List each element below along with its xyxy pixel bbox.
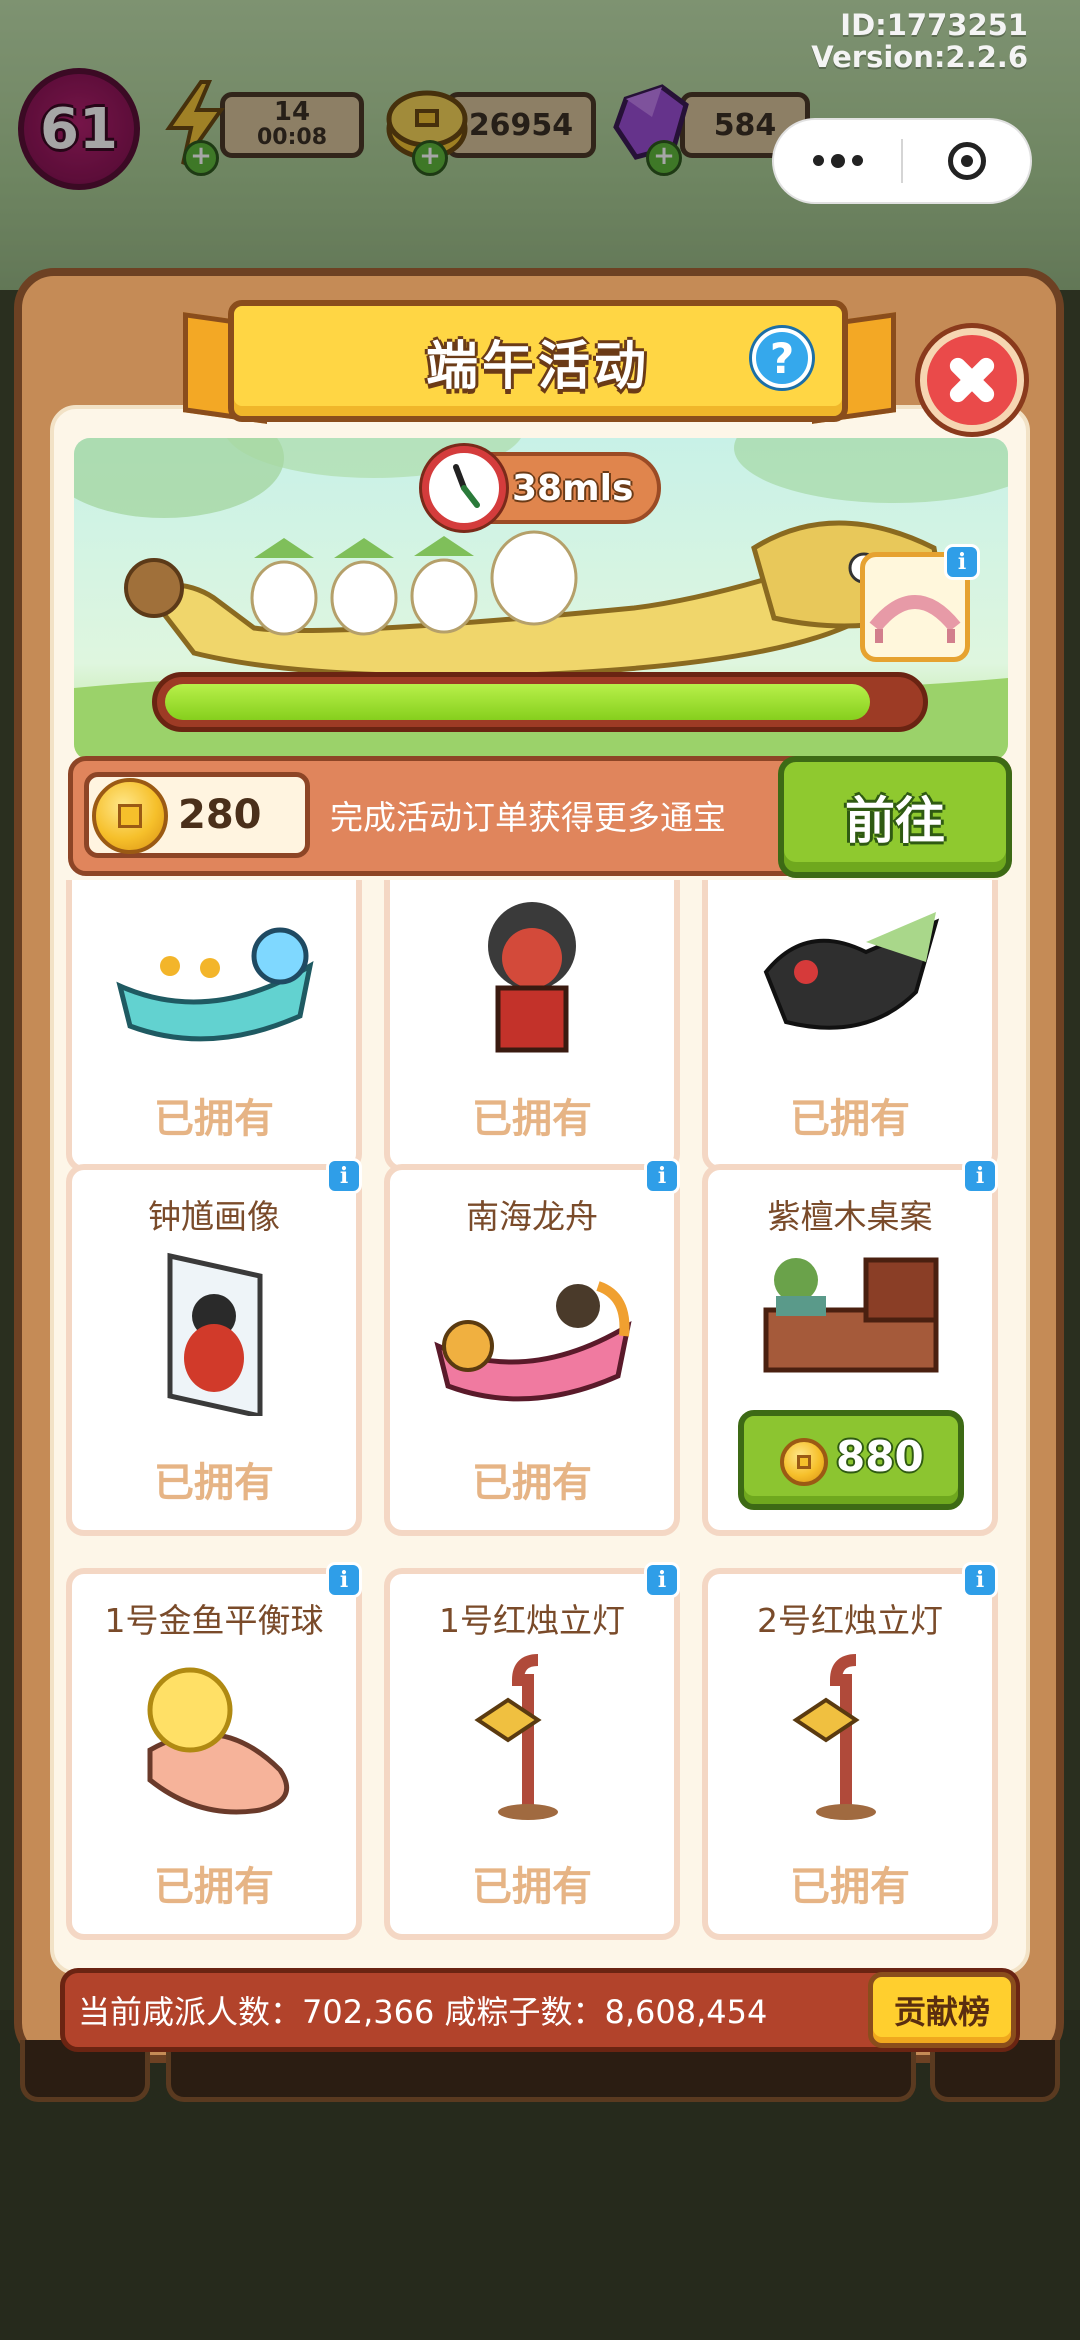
item-name: 紫檀木桌案 <box>767 1197 933 1236</box>
energy-counter[interactable]: 14 00:08 <box>220 92 364 158</box>
item-status: 已拥有 <box>154 1864 274 1910</box>
item-status: 已拥有 <box>154 1460 274 1506</box>
item-info-icon[interactable]: i <box>962 1562 998 1598</box>
dragon-head-black-icon <box>746 902 954 1072</box>
dragon-boat-teal-icon <box>110 906 318 1076</box>
player-id: ID:1773251 <box>840 8 1028 42</box>
item-name: 2号红烛立灯 <box>757 1601 943 1640</box>
goldfish-ball-icon <box>110 1650 318 1820</box>
event-progress-bar <box>152 672 928 732</box>
reward-info-icon[interactable]: i <box>944 544 980 580</box>
event-currency-amount: 280 <box>178 792 262 838</box>
help-button[interactable]: ? <box>752 328 812 388</box>
panel-title: 端午活动 <box>425 336 650 397</box>
item-status: 已拥有 <box>472 1460 592 1506</box>
item-status: 已拥有 <box>154 1096 274 1142</box>
item-name: 1号金鱼平衡球 <box>104 1601 324 1640</box>
item-card[interactable]: 南海龙舟 已拥有 <box>384 1164 680 1536</box>
add-coins-icon[interactable]: + <box>412 140 448 176</box>
candle-lamp-icon <box>746 1650 954 1820</box>
item-status: 已拥有 <box>472 1864 592 1910</box>
more-dots-icon <box>812 153 863 168</box>
event-hint-text: 完成活动订单获得更多通宝 <box>330 798 726 837</box>
close-button[interactable] <box>920 328 1024 432</box>
goto-button[interactable]: 前往 <box>778 756 1012 878</box>
item-card[interactable]: 紫檀木桌案 880 <box>702 1164 998 1536</box>
item-card[interactable]: 已拥有 <box>384 880 680 1172</box>
more-options-button[interactable] <box>774 120 901 202</box>
level-badge[interactable]: 61 <box>18 68 140 190</box>
leaderboard-button[interactable]: 贡献榜 <box>868 1972 1016 2048</box>
event-timer: 38mls <box>512 467 634 509</box>
item-status: 已拥有 <box>790 1096 910 1142</box>
item-info-icon[interactable]: i <box>326 1158 362 1194</box>
dragon-boat-pink-icon <box>428 1246 636 1416</box>
item-name: 南海龙舟 <box>466 1197 598 1236</box>
gem-value: 584 <box>713 107 777 143</box>
add-energy-icon[interactable]: + <box>183 140 219 176</box>
item-info-icon[interactable]: i <box>644 1562 680 1598</box>
item-status: 已拥有 <box>790 1864 910 1910</box>
item-info-icon[interactable]: i <box>962 1158 998 1194</box>
item-card[interactable]: 1号红烛立灯 已拥有 <box>384 1568 680 1940</box>
item-grid: 已拥有 已拥有 已拥有 钟馗画像 已拥有 i 南海龙舟 已拥有 i 紫檀木桌案 <box>58 880 1018 1960</box>
version-text: Version:2.2.6 <box>811 40 1028 74</box>
item-card[interactable]: 钟馗画像 已拥有 <box>66 1164 362 1536</box>
add-gems-icon[interactable]: + <box>646 140 682 176</box>
coin-icon <box>780 1438 828 1486</box>
item-card[interactable]: 2号红烛立灯 已拥有 <box>702 1568 998 1940</box>
candle-lamp-icon <box>428 1650 636 1820</box>
progress-fill <box>165 684 870 720</box>
target-icon <box>947 142 986 180</box>
buy-button[interactable]: 880 <box>738 1410 964 1510</box>
item-info-icon[interactable]: i <box>326 1562 362 1598</box>
miniprogram-capsule <box>772 118 1032 204</box>
item-name: 钟馗画像 <box>148 1197 280 1236</box>
zhongkui-portrait-icon <box>110 1246 318 1420</box>
item-card[interactable]: 已拥有 <box>702 880 998 1172</box>
item-card[interactable]: 1号金鱼平衡球 已拥有 <box>66 1568 362 1940</box>
warrior-figure-icon <box>428 896 636 1066</box>
clock-icon <box>422 446 506 530</box>
level-number: 61 <box>40 96 118 162</box>
tongbao-coin-icon <box>92 778 168 854</box>
item-price: 880 <box>836 1432 924 1481</box>
item-name: 1号红烛立灯 <box>439 1601 625 1640</box>
close-miniprogram-button[interactable] <box>903 120 1030 202</box>
item-card[interactable]: 已拥有 <box>66 880 362 1172</box>
coin-value: 26954 <box>468 107 574 143</box>
energy-timer: 00:08 <box>256 125 328 150</box>
energy-value: 14 <box>273 97 311 127</box>
rosewood-desk-icon <box>746 1240 954 1410</box>
item-info-icon[interactable]: i <box>644 1158 680 1194</box>
event-stats: 当前咸派人数：702,366 咸粽子数：8,608,454 <box>78 1993 768 2031</box>
item-status: 已拥有 <box>472 1096 592 1142</box>
